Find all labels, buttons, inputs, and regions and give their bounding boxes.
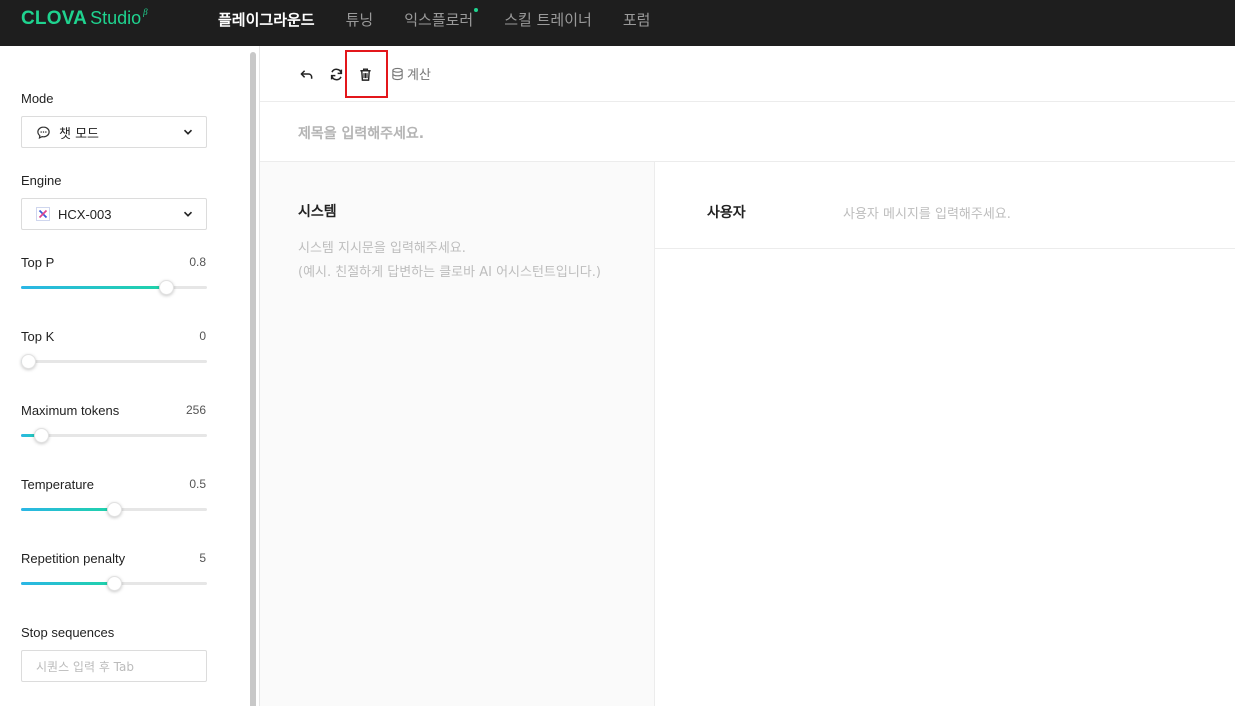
undo-button[interactable] bbox=[298, 66, 314, 82]
mode-select-value: 챗 모드 bbox=[59, 126, 100, 142]
slider-fill bbox=[21, 582, 114, 585]
calculate-button[interactable]: 계산 bbox=[391, 64, 431, 83]
stop-sequences-placeholder: 시퀀스 입력 후 Tab bbox=[36, 659, 134, 674]
max-tokens-slider[interactable] bbox=[21, 427, 207, 443]
chevron-down-icon bbox=[183, 211, 193, 217]
stop-sequences-label: Stop sequences bbox=[21, 625, 115, 640]
refresh-icon bbox=[330, 68, 342, 80]
nav-item-forum[interactable]: 포럼 bbox=[623, 9, 651, 30]
user-message-row[interactable]: 사용자 사용자 메시지를 입력해주세요. bbox=[655, 162, 1235, 249]
database-icon bbox=[392, 67, 403, 80]
new-badge-dot bbox=[474, 8, 479, 12]
top-p-value: 0.8 bbox=[189, 255, 206, 269]
user-role-label[interactable]: 사용자 bbox=[707, 202, 746, 222]
sidebar-scrollbar-thumb[interactable] bbox=[250, 52, 256, 706]
slider-handle[interactable] bbox=[107, 576, 122, 591]
system-prompt-placeholder: 시스템 지시문을 입력해주세요. (예시. 친절하게 답변하는 클로바 AI 어… bbox=[298, 237, 640, 285]
max-tokens-label: Maximum tokens bbox=[21, 403, 120, 418]
calculate-label: 계산 bbox=[407, 68, 431, 83]
logo-brand-light: Studio bbox=[90, 8, 142, 28]
engine-logo-icon bbox=[36, 207, 50, 221]
chevron-down-icon bbox=[183, 129, 193, 135]
system-placeholder-line: 시스템 지시문을 입력해주세요. bbox=[298, 241, 466, 256]
user-message-placeholder: 사용자 메시지를 입력해주세요. bbox=[843, 207, 1011, 222]
mode-select[interactable]: 챗 모드 bbox=[21, 116, 207, 148]
top-navigation-bar: CLOVA Studio β 플레이그라운드 튜닝 익스플로러 스킬 트레이너 … bbox=[0, 0, 1235, 46]
delete-button-highlight bbox=[345, 50, 388, 98]
temperature-label: Temperature bbox=[21, 477, 94, 492]
slider-handle[interactable] bbox=[159, 280, 174, 295]
temperature-value: 0.5 bbox=[189, 477, 206, 491]
nav-item-explorer-label: 익스플로러 bbox=[404, 11, 474, 29]
top-p-slider[interactable] bbox=[21, 279, 207, 295]
engine-select-value: HCX-003 bbox=[58, 206, 112, 222]
repetition-penalty-value: 5 bbox=[199, 551, 206, 565]
nav-item-skill-trainer[interactable]: 스킬 트레이너 bbox=[504, 9, 592, 30]
top-k-label: Top K bbox=[21, 329, 55, 344]
refresh-button[interactable] bbox=[328, 66, 344, 82]
mode-label: Mode bbox=[21, 91, 54, 106]
slider-handle[interactable] bbox=[34, 428, 49, 443]
title-placeholder: 제목을 입력해주세요. bbox=[298, 126, 425, 142]
editor-toolbar: 계산 bbox=[260, 46, 1235, 102]
nav-item-explorer[interactable]: 익스플로러 bbox=[404, 8, 479, 30]
main-nav: 플레이그라운드 튜닝 익스플로러 스킬 트레이너 포럼 bbox=[218, 8, 681, 30]
repetition-penalty-slider[interactable] bbox=[21, 575, 207, 591]
undo-icon bbox=[300, 69, 312, 79]
playground-main: 계산 제목을 입력해주세요. 시스템 시스템 지시문을 입력해주세요. (예시.… bbox=[260, 46, 1235, 706]
slider-fill bbox=[21, 286, 166, 289]
logo-brand-bold: CLOVA bbox=[21, 8, 88, 29]
max-tokens-value: 256 bbox=[185, 403, 206, 417]
top-k-slider[interactable] bbox=[21, 353, 207, 369]
stop-sequences-input[interactable]: 시퀀스 입력 후 Tab bbox=[21, 650, 207, 682]
engine-select[interactable]: HCX-003 bbox=[21, 198, 207, 230]
system-prompt-panel[interactable]: 시스템 시스템 지시문을 입력해주세요. (예시. 친절하게 답변하는 클로바 … bbox=[260, 162, 655, 706]
conversation-panel: 사용자 사용자 메시지를 입력해주세요. bbox=[655, 162, 1235, 706]
sidebar-scrollbar[interactable] bbox=[248, 46, 260, 706]
top-p-label: Top P bbox=[21, 255, 55, 270]
slider-track bbox=[21, 360, 207, 363]
temperature-slider[interactable] bbox=[21, 501, 207, 517]
system-title: 시스템 bbox=[298, 204, 337, 220]
nav-item-playground[interactable]: 플레이그라운드 bbox=[218, 9, 315, 30]
parameter-sidebar: Mode 챗 모드 Engine HCX-003 Top P 0.8 Top K… bbox=[0, 46, 248, 706]
logo-beta-mark: β bbox=[143, 7, 148, 17]
clova-studio-logo[interactable]: CLOVA Studio β bbox=[21, 7, 148, 30]
top-k-value: 0 bbox=[199, 329, 206, 343]
slider-fill bbox=[21, 508, 114, 511]
slider-handle[interactable] bbox=[21, 354, 36, 369]
chat-bubble-icon bbox=[37, 125, 50, 139]
nav-item-tuning[interactable]: 튜닝 bbox=[346, 9, 374, 30]
slider-handle[interactable] bbox=[107, 502, 122, 517]
repetition-penalty-label: Repetition penalty bbox=[21, 551, 126, 566]
system-placeholder-example: (예시. 친절하게 답변하는 클로바 AI 어시스턴트입니다.) bbox=[298, 265, 601, 280]
engine-label: Engine bbox=[21, 173, 62, 188]
title-input[interactable]: 제목을 입력해주세요. bbox=[260, 102, 1235, 162]
